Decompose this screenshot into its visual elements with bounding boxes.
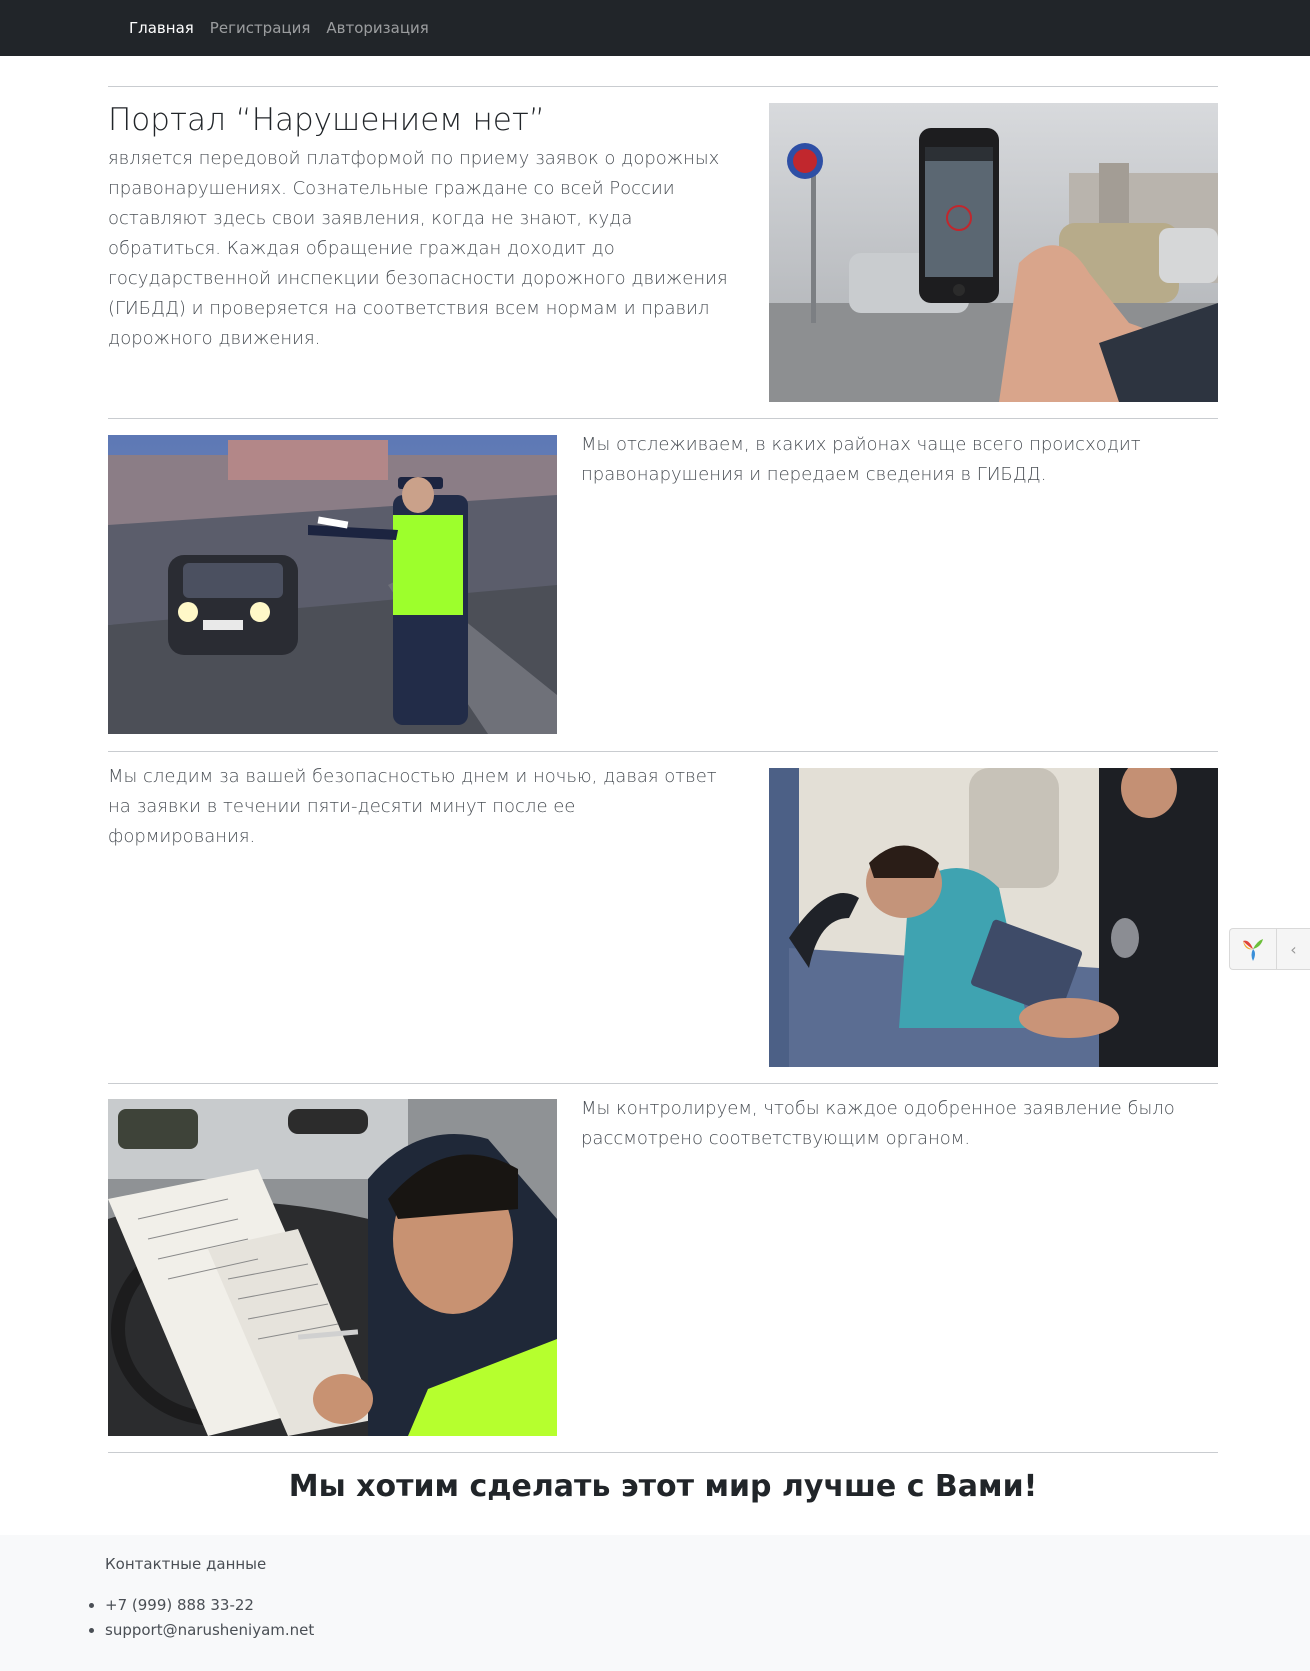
yii-logo-icon[interactable] — [1230, 929, 1276, 969]
section-divider — [108, 1452, 1218, 1453]
top-navbar: Главная Регистрация Авторизация — [0, 0, 1310, 56]
photo-phone-in-hand — [769, 103, 1218, 402]
footer-title: Контактные данные — [105, 1555, 267, 1573]
photo-officer-writing-report — [108, 1099, 557, 1436]
section-text-safety: Мы следим за вашей безопасностью днем и … — [108, 766, 717, 847]
intro-text: является передовой платформой по приему … — [108, 148, 728, 349]
chevron-left-icon[interactable]: ‹ — [1276, 929, 1310, 969]
nav-links: Главная Регистрация Авторизация — [129, 0, 445, 56]
section-divider — [108, 418, 1218, 419]
nav-link-home[interactable]: Главная — [129, 19, 194, 37]
debug-toolbar-tab[interactable]: ‹ — [1229, 928, 1310, 970]
contact-email: support@narusheniyam.net — [105, 1618, 314, 1643]
page-footer: Контактные данные +7 (999) 888 33-22 sup… — [0, 1535, 1310, 1671]
photo-driver-and-officer — [769, 768, 1218, 1067]
contact-list: +7 (999) 888 33-22 support@narusheniyam.… — [105, 1593, 314, 1643]
section-text-tracking: Мы отслеживаем, в каких районах чаще все… — [581, 434, 1141, 485]
contact-phone: +7 (999) 888 33-22 — [105, 1593, 314, 1618]
section-text-control: Мы контролируем, чтобы каждое одобренное… — [581, 1098, 1175, 1149]
nav-link-registration[interactable]: Регистрация — [210, 19, 311, 37]
page-title: Портал “Нарушением нет” — [108, 102, 545, 138]
nav-link-login[interactable]: Авторизация — [326, 19, 428, 37]
section-divider — [108, 751, 1218, 752]
photo-traffic-police-officer — [108, 435, 557, 734]
section-divider — [108, 1083, 1218, 1084]
section-divider — [108, 86, 1218, 87]
slogan-heading: Мы хотим сделать этот мир лучше с Вами! — [288, 1469, 1038, 1504]
